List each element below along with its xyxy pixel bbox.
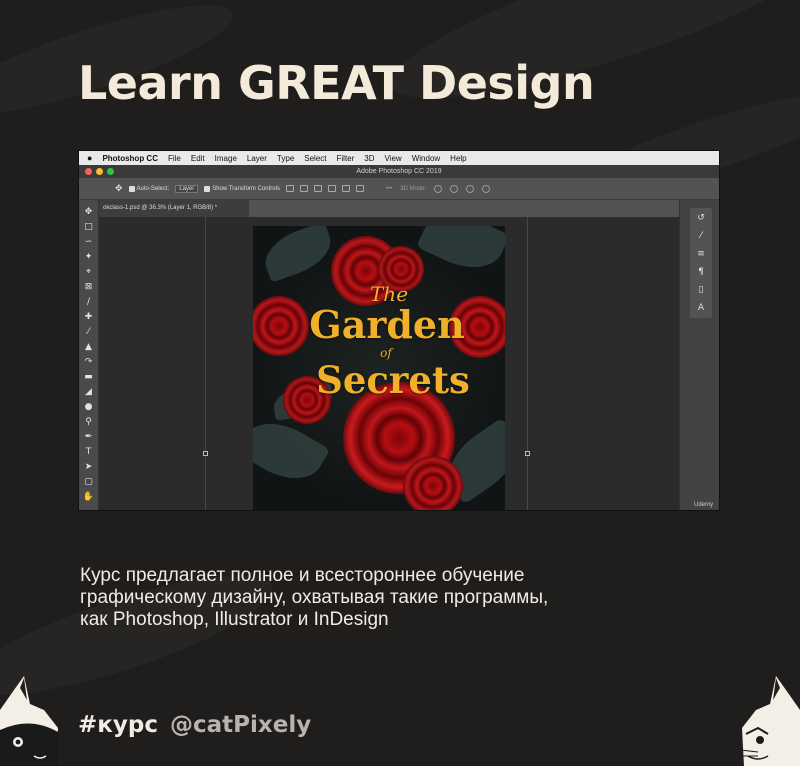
roll-icon[interactable] bbox=[450, 184, 459, 193]
menu-app-name[interactable]: Photoshop CC bbox=[102, 154, 158, 163]
shape-tool-icon[interactable]: ▢ bbox=[82, 476, 96, 489]
character-icon[interactable]: A bbox=[695, 302, 707, 314]
align-left-icon[interactable] bbox=[285, 185, 294, 192]
description-line: как Photoshop, Illustrator и InDesign bbox=[80, 609, 389, 630]
poster-title-secrets: Secrets bbox=[316, 358, 470, 402]
checkbox-icon bbox=[128, 185, 135, 192]
leaf-shape bbox=[416, 226, 505, 281]
more-options-icon[interactable]: ••• bbox=[386, 186, 392, 192]
move-tool-icon[interactable]: ✥ bbox=[82, 206, 96, 219]
leaf-shape bbox=[253, 409, 331, 493]
3d-mode-label: 3D Mode: bbox=[400, 185, 427, 192]
canvas-area[interactable]: The Garden of Secrets bbox=[99, 217, 679, 510]
path-selection-tool-icon[interactable]: ➤ bbox=[82, 461, 96, 474]
tools-panel: ✥ □ ∽ ✦ ⌖ ⊠ ∕ ✚ ⁄ ▲ ↷ ▬ ◢ ● ⚲ ✒ T ➤ ▢ ✋ bbox=[79, 200, 99, 510]
apple-icon[interactable]: ● bbox=[87, 153, 92, 163]
menu-edit[interactable]: Edit bbox=[191, 154, 205, 163]
udemy-watermark: Udemy bbox=[693, 502, 713, 508]
move-tool-icon[interactable]: ✥ bbox=[115, 183, 123, 194]
footer-tags: #курс @catPixely bbox=[78, 712, 311, 738]
hashtag: #курс bbox=[78, 712, 158, 738]
menu-3d[interactable]: 3D bbox=[364, 154, 374, 163]
stamp-tool-icon[interactable]: ▲ bbox=[82, 341, 96, 354]
document-tab[interactable]: okclass-1.psd @ 36.3% (Layer 1, RGB/8) * bbox=[99, 200, 249, 217]
right-panel-dock: ↺ ⁄ ≡ ¶ ▯ A Udemy bbox=[679, 200, 719, 510]
auto-select-label: Auto-Select: bbox=[136, 185, 170, 192]
pen-tool-icon[interactable]: ✒ bbox=[82, 431, 96, 444]
blur-tool-icon[interactable]: ● bbox=[82, 401, 96, 414]
poster-title-garden: Garden bbox=[309, 302, 465, 347]
description-line: Курс предлагает полное и всестороннее об… bbox=[80, 565, 525, 586]
frame-tool-icon[interactable]: ⊠ bbox=[82, 281, 96, 294]
magic-wand-tool-icon[interactable]: ✦ bbox=[82, 251, 96, 264]
lasso-tool-icon[interactable]: ∽ bbox=[82, 236, 96, 249]
artboard-guide-left bbox=[205, 217, 206, 510]
align-right-icon[interactable] bbox=[313, 185, 322, 192]
paint-bucket-tool-icon[interactable]: ◢ bbox=[82, 386, 96, 399]
rose bbox=[403, 456, 463, 510]
mac-menubar: ● Photoshop CC File Edit Image Layer Typ… bbox=[79, 151, 719, 165]
adjustments-icon[interactable]: ≡ bbox=[695, 248, 707, 260]
leaf-shape bbox=[258, 226, 338, 283]
show-transform-label: Show Transform Controls bbox=[212, 185, 280, 192]
menu-filter[interactable]: Filter bbox=[337, 154, 355, 163]
type-tool-icon[interactable]: T bbox=[82, 446, 96, 459]
healing-brush-tool-icon[interactable]: ✚ bbox=[82, 311, 96, 324]
menu-file[interactable]: File bbox=[168, 154, 181, 163]
hand-tool-icon[interactable]: ✋ bbox=[82, 491, 96, 504]
checkbox-icon bbox=[204, 185, 211, 192]
history-panel-icon[interactable]: ↺ bbox=[695, 212, 707, 224]
align-top-icon[interactable] bbox=[327, 185, 336, 192]
menu-image[interactable]: Image bbox=[215, 154, 237, 163]
menu-type[interactable]: Type bbox=[277, 154, 294, 163]
crop-tool-icon[interactable]: ⌖ bbox=[82, 266, 96, 279]
transform-handle-left[interactable] bbox=[203, 451, 208, 456]
artboard-guide-right bbox=[527, 217, 528, 510]
slide-icon[interactable] bbox=[482, 184, 491, 193]
options-bar: ✥ Auto-Select: Layer Show Transform Cont… bbox=[79, 178, 719, 200]
menu-select[interactable]: Select bbox=[304, 154, 326, 163]
transform-handle-right[interactable] bbox=[525, 451, 530, 456]
align-middle-icon[interactable] bbox=[341, 185, 350, 192]
brand-handle: @catPixely bbox=[170, 712, 312, 738]
cat-left-illustration bbox=[0, 676, 58, 766]
brush-settings-icon[interactable]: ⁄ bbox=[695, 230, 707, 242]
photoshop-screenshot: ● Photoshop CC File Edit Image Layer Typ… bbox=[78, 150, 720, 511]
menu-layer[interactable]: Layer bbox=[247, 154, 267, 163]
marquee-tool-icon[interactable]: □ bbox=[82, 221, 96, 234]
course-description: Курс предлагает полное и всестороннее об… bbox=[80, 565, 660, 631]
orbit-icon[interactable] bbox=[434, 184, 443, 193]
auto-select-checkbox[interactable]: Auto-Select: bbox=[128, 185, 170, 192]
align-center-icon[interactable] bbox=[299, 185, 308, 192]
panel-icon-strip: ↺ ⁄ ≡ ¶ ▯ A bbox=[690, 208, 712, 318]
3d-mode-group: ••• 3D Mode: bbox=[386, 184, 491, 193]
show-transform-checkbox[interactable]: Show Transform Controls bbox=[204, 185, 280, 192]
cat-right-illustration bbox=[739, 676, 800, 766]
menu-help[interactable]: Help bbox=[450, 154, 466, 163]
history-brush-tool-icon[interactable]: ↷ bbox=[82, 356, 96, 369]
eyedropper-tool-icon[interactable]: ∕ bbox=[82, 296, 96, 309]
layer-select[interactable]: Layer bbox=[175, 184, 199, 193]
menu-window[interactable]: Window bbox=[412, 154, 440, 163]
eraser-tool-icon[interactable]: ▬ bbox=[82, 371, 96, 384]
paragraph-icon[interactable]: ¶ bbox=[695, 266, 707, 278]
window-title: Adobe Photoshop CC 2019 bbox=[356, 168, 442, 175]
dodge-tool-icon[interactable]: ⚲ bbox=[82, 416, 96, 429]
pan-icon[interactable] bbox=[466, 184, 475, 193]
poster-artwork: The Garden of Secrets bbox=[253, 226, 505, 510]
brush-tool-icon[interactable]: ⁄ bbox=[82, 326, 96, 339]
align-bottom-icon[interactable] bbox=[355, 185, 364, 192]
description-line: графическому дизайну, охватывая такие пр… bbox=[80, 587, 549, 608]
headline: Learn GREAT Design bbox=[78, 56, 595, 110]
window-titlebar: Adobe Photoshop CC 2019 bbox=[79, 165, 719, 178]
menu-view[interactable]: View bbox=[385, 154, 402, 163]
glyphs-icon[interactable]: ▯ bbox=[695, 284, 707, 296]
